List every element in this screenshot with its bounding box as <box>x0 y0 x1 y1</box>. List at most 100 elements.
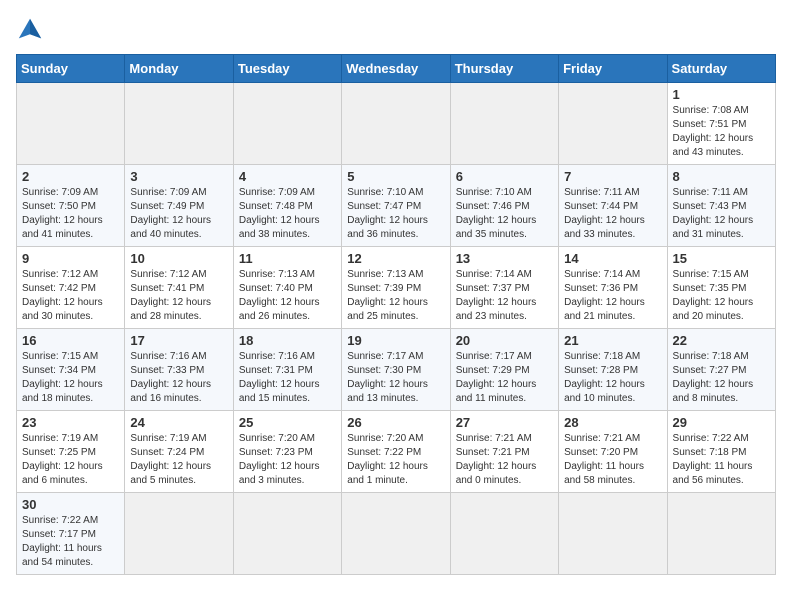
calendar-cell: 30 Sunrise: 7:22 AMSunset: 7:17 PMDayligh… <box>17 493 125 575</box>
day-info: Sunrise: 7:13 AMSunset: 7:40 PMDaylight:… <box>239 268 336 324</box>
calendar-cell: 11 Sunrise: 7:13 AMSunset: 7:40 PMDayligh… <box>233 247 341 329</box>
calendar-table: SundayMondayTuesdayWednesdayThursdayFrid… <box>16 54 776 575</box>
logo <box>16 16 48 44</box>
calendar-cell: 4 Sunrise: 7:09 AMSunset: 7:48 PMDaylight… <box>233 165 341 247</box>
day-info: Sunrise: 7:16 AMSunset: 7:31 PMDaylight:… <box>239 350 336 406</box>
calendar-cell: 6 Sunrise: 7:10 AMSunset: 7:46 PMDaylight… <box>450 165 558 247</box>
col-header-monday: Monday <box>125 55 233 83</box>
day-info: Sunrise: 7:19 AMSunset: 7:25 PMDaylight:… <box>22 432 119 488</box>
day-info: Sunrise: 7:21 AMSunset: 7:21 PMDaylight:… <box>456 432 553 488</box>
day-info: Sunrise: 7:15 AMSunset: 7:34 PMDaylight:… <box>22 350 119 406</box>
day-number: 26 <box>347 415 444 430</box>
calendar-cell <box>17 83 125 165</box>
calendar-cell <box>233 83 341 165</box>
day-info: Sunrise: 7:14 AMSunset: 7:37 PMDaylight:… <box>456 268 553 324</box>
day-number: 18 <box>239 333 336 348</box>
day-info: Sunrise: 7:20 AMSunset: 7:23 PMDaylight:… <box>239 432 336 488</box>
day-info: Sunrise: 7:17 AMSunset: 7:30 PMDaylight:… <box>347 350 444 406</box>
day-number: 23 <box>22 415 119 430</box>
calendar-cell <box>559 83 667 165</box>
day-number: 1 <box>673 87 770 102</box>
col-header-thursday: Thursday <box>450 55 558 83</box>
calendar-body: 1 Sunrise: 7:08 AMSunset: 7:51 PMDaylight… <box>17 83 776 575</box>
day-number: 28 <box>564 415 661 430</box>
day-number: 2 <box>22 169 119 184</box>
day-number: 8 <box>673 169 770 184</box>
week-row-4: 16 Sunrise: 7:15 AMSunset: 7:34 PMDayligh… <box>17 329 776 411</box>
day-number: 12 <box>347 251 444 266</box>
calendar-cell <box>342 493 450 575</box>
calendar-cell: 3 Sunrise: 7:09 AMSunset: 7:49 PMDaylight… <box>125 165 233 247</box>
calendar-cell <box>125 493 233 575</box>
day-info: Sunrise: 7:21 AMSunset: 7:20 PMDaylight:… <box>564 432 661 488</box>
day-info: Sunrise: 7:18 AMSunset: 7:27 PMDaylight:… <box>673 350 770 406</box>
day-number: 15 <box>673 251 770 266</box>
calendar-cell: 20 Sunrise: 7:17 AMSunset: 7:29 PMDayligh… <box>450 329 558 411</box>
calendar-cell: 1 Sunrise: 7:08 AMSunset: 7:51 PMDaylight… <box>667 83 775 165</box>
day-info: Sunrise: 7:15 AMSunset: 7:35 PMDaylight:… <box>673 268 770 324</box>
day-info: Sunrise: 7:09 AMSunset: 7:48 PMDaylight:… <box>239 186 336 242</box>
day-number: 19 <box>347 333 444 348</box>
calendar-cell: 24Sunrise: 7:19 AMSunset: 7:24 PMDayligh… <box>125 411 233 493</box>
day-number: 3 <box>130 169 227 184</box>
logo-icon <box>16 16 44 44</box>
day-number: 17 <box>130 333 227 348</box>
calendar-cell: 21 Sunrise: 7:18 AMSunset: 7:28 PMDayligh… <box>559 329 667 411</box>
day-info: Sunrise: 7:11 AMSunset: 7:43 PMDaylight:… <box>673 186 770 242</box>
day-info: Sunrise: 7:20 AMSunset: 7:22 PMDaylight:… <box>347 432 444 488</box>
calendar-cell: 22Sunrise: 7:18 AMSunset: 7:27 PMDayligh… <box>667 329 775 411</box>
calendar-cell: 29Sunrise: 7:22 AMSunset: 7:18 PMDayligh… <box>667 411 775 493</box>
week-row-1: 1 Sunrise: 7:08 AMSunset: 7:51 PMDaylight… <box>17 83 776 165</box>
calendar-cell <box>125 83 233 165</box>
day-number: 4 <box>239 169 336 184</box>
col-header-wednesday: Wednesday <box>342 55 450 83</box>
col-header-friday: Friday <box>559 55 667 83</box>
calendar-cell: 13 Sunrise: 7:14 AMSunset: 7:37 PMDayligh… <box>450 247 558 329</box>
col-header-tuesday: Tuesday <box>233 55 341 83</box>
day-number: 30 <box>22 497 119 512</box>
day-number: 5 <box>347 169 444 184</box>
day-info: Sunrise: 7:12 AMSunset: 7:41 PMDaylight:… <box>130 268 227 324</box>
calendar-cell <box>233 493 341 575</box>
calendar-cell: 26 Sunrise: 7:20 AMSunset: 7:22 PMDayligh… <box>342 411 450 493</box>
calendar-cell: 27Sunrise: 7:21 AMSunset: 7:21 PMDayligh… <box>450 411 558 493</box>
day-info: Sunrise: 7:10 AMSunset: 7:47 PMDaylight:… <box>347 186 444 242</box>
week-row-3: 9Sunrise: 7:12 AMSunset: 7:42 PMDaylight… <box>17 247 776 329</box>
calendar-cell: 9Sunrise: 7:12 AMSunset: 7:42 PMDaylight… <box>17 247 125 329</box>
day-number: 20 <box>456 333 553 348</box>
calendar-cell: 10 Sunrise: 7:12 AMSunset: 7:41 PMDayligh… <box>125 247 233 329</box>
day-number: 9 <box>22 251 119 266</box>
calendar-cell <box>342 83 450 165</box>
day-number: 6 <box>456 169 553 184</box>
week-row-5: 23 Sunrise: 7:19 AMSunset: 7:25 PMDayligh… <box>17 411 776 493</box>
calendar-cell: 5 Sunrise: 7:10 AMSunset: 7:47 PMDaylight… <box>342 165 450 247</box>
calendar-cell: 23 Sunrise: 7:19 AMSunset: 7:25 PMDayligh… <box>17 411 125 493</box>
calendar-cell: 7 Sunrise: 7:11 AMSunset: 7:44 PMDaylight… <box>559 165 667 247</box>
day-info: Sunrise: 7:22 AMSunset: 7:17 PMDaylight:… <box>22 514 119 570</box>
day-info: Sunrise: 7:08 AMSunset: 7:51 PMDaylight:… <box>673 104 770 160</box>
day-number: 21 <box>564 333 661 348</box>
day-info: Sunrise: 7:17 AMSunset: 7:29 PMDaylight:… <box>456 350 553 406</box>
calendar-cell: 17Sunrise: 7:16 AMSunset: 7:33 PMDayligh… <box>125 329 233 411</box>
day-number: 11 <box>239 251 336 266</box>
day-number: 7 <box>564 169 661 184</box>
calendar-cell: 14 Sunrise: 7:14 AMSunset: 7:36 PMDayligh… <box>559 247 667 329</box>
day-info: Sunrise: 7:19 AMSunset: 7:24 PMDaylight:… <box>130 432 227 488</box>
day-info: Sunrise: 7:13 AMSunset: 7:39 PMDaylight:… <box>347 268 444 324</box>
calendar-cell: 8 Sunrise: 7:11 AMSunset: 7:43 PMDaylight… <box>667 165 775 247</box>
day-info: Sunrise: 7:10 AMSunset: 7:46 PMDaylight:… <box>456 186 553 242</box>
day-number: 16 <box>22 333 119 348</box>
day-info: Sunrise: 7:11 AMSunset: 7:44 PMDaylight:… <box>564 186 661 242</box>
day-info: Sunrise: 7:09 AMSunset: 7:49 PMDaylight:… <box>130 186 227 242</box>
day-number: 14 <box>564 251 661 266</box>
calendar-cell <box>559 493 667 575</box>
day-number: 13 <box>456 251 553 266</box>
calendar-cell: 16 Sunrise: 7:15 AMSunset: 7:34 PMDayligh… <box>17 329 125 411</box>
calendar-cell: 18 Sunrise: 7:16 AMSunset: 7:31 PMDayligh… <box>233 329 341 411</box>
day-info: Sunrise: 7:14 AMSunset: 7:36 PMDaylight:… <box>564 268 661 324</box>
calendar-cell: 12 Sunrise: 7:13 AMSunset: 7:39 PMDayligh… <box>342 247 450 329</box>
calendar-cell <box>450 493 558 575</box>
calendar-cell: 15 Sunrise: 7:15 AMSunset: 7:35 PMDayligh… <box>667 247 775 329</box>
day-number: 10 <box>130 251 227 266</box>
day-info: Sunrise: 7:18 AMSunset: 7:28 PMDaylight:… <box>564 350 661 406</box>
